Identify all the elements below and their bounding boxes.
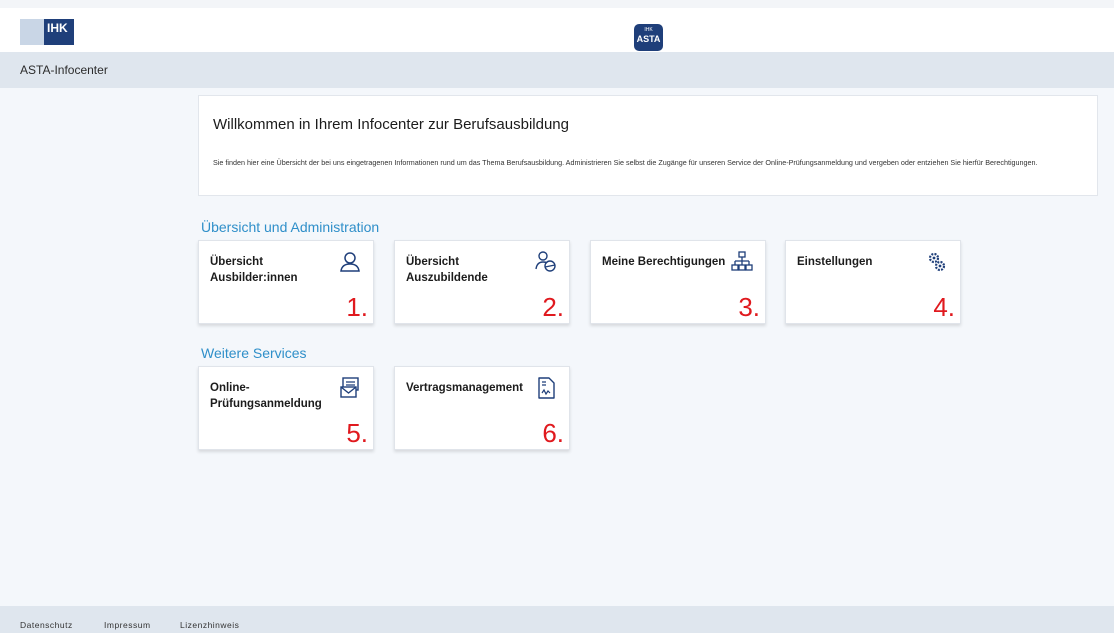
ihk-logo-stripe [20, 19, 44, 45]
annotation-number: 6. [542, 418, 564, 448]
tile-contract-management[interactable]: Vertragsmanagement 6. [394, 366, 570, 450]
annotation-number: 5. [346, 418, 368, 448]
section-title-administration: Übersicht und Administration [201, 219, 380, 235]
tile-auszubildende-overview[interactable]: Übersicht Auszubildende 2. [394, 240, 570, 324]
app-title: ASTA-Infocenter [20, 63, 108, 77]
tile-label: Einstellungen [797, 256, 873, 268]
annotation-number: 3. [738, 292, 760, 322]
main-content: Willkommen in Ihrem Infocenter zur Beruf… [0, 88, 1114, 606]
footer-link-privacy[interactable]: Datenschutz [20, 620, 73, 630]
mail-form-icon [340, 377, 359, 398]
person-icon [340, 252, 360, 272]
asta-logo[interactable]: IHK ASTA [634, 24, 663, 51]
ihk-logo[interactable]: IHK [20, 19, 74, 45]
hierarchy-icon [731, 251, 753, 271]
asta-logo-big-text: ASTA [636, 34, 661, 44]
tile-label: Übersicht Ausbilder:innen [210, 256, 298, 284]
contract-icon [538, 377, 555, 399]
tile-online-exam-registration[interactable]: Online-Prüfungsanmeldung 5. [198, 366, 374, 450]
tile-my-permissions[interactable]: Meine Berechtigungen 3. [590, 240, 766, 324]
tile-label: Online-Prüfungsanmeldung [210, 382, 322, 410]
ihk-logo-text: IHK [44, 19, 74, 45]
annotation-number: 4. [933, 292, 955, 322]
welcome-panel: Willkommen in Ihrem Infocenter zur Beruf… [198, 95, 1098, 196]
asta-logo-small-text: IHK [644, 27, 653, 33]
tile-label: Übersicht Auszubildende [406, 256, 488, 284]
welcome-text: Sie finden hier eine Übersicht der bei u… [213, 158, 1038, 167]
tile-ausbilder-overview[interactable]: Übersicht Ausbilder:innen 1. [198, 240, 374, 324]
annotation-number: 1. [346, 292, 368, 322]
section-title-services: Weitere Services [201, 345, 307, 361]
gears-icon [928, 252, 946, 272]
footer: Datenschutz Impressum Lizenzhinweis [0, 606, 1114, 633]
app-title-bar: ASTA-Infocenter [0, 52, 1114, 88]
tile-settings[interactable]: Einstellungen 4. [785, 240, 961, 324]
welcome-title: Willkommen in Ihrem Infocenter zur Beruf… [213, 116, 569, 133]
footer-link-licenses[interactable]: Lizenzhinweis [180, 620, 239, 630]
tile-label: Vertragsmanagement [406, 382, 523, 394]
top-bar: IHK IHK ASTA [0, 0, 1114, 52]
tile-label: Meine Berechtigungen [602, 256, 726, 268]
trainee-icon [535, 251, 556, 272]
footer-link-imprint[interactable]: Impressum [104, 620, 151, 630]
annotation-number: 2. [542, 292, 564, 322]
